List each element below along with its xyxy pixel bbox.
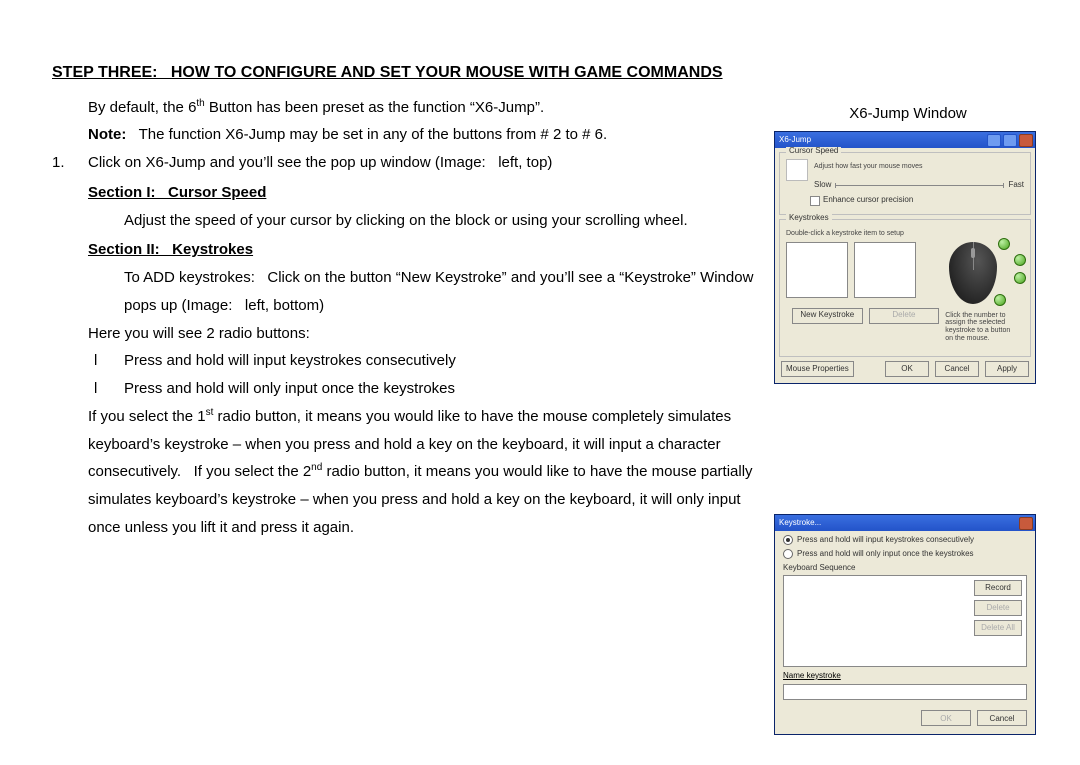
bullet-mark: l bbox=[88, 375, 124, 403]
note-body: The function X6-Jump may be set in any o… bbox=[139, 126, 608, 143]
precision-label: Enhance cursor precision bbox=[823, 196, 913, 205]
close-icon[interactable] bbox=[1019, 517, 1033, 530]
radio-2-label: Press and hold will only input once the … bbox=[797, 549, 974, 559]
explanation-paragraph: If you select the 1st radio button, it m… bbox=[88, 403, 764, 542]
cursor-speed-group: Adjust how fast your mouse moves Slow Fa… bbox=[779, 152, 1031, 214]
section-2-heading: Section II: Keystrokes bbox=[88, 236, 253, 264]
ordinal-sup: th bbox=[196, 98, 204, 109]
keystroke-list-2[interactable] bbox=[854, 242, 916, 298]
precision-checkbox[interactable] bbox=[810, 196, 820, 206]
keystrokes-group: Double-click a keystroke item to setup N… bbox=[779, 219, 1031, 357]
window-title: X6-Jump bbox=[779, 136, 811, 145]
mouse-button-marker[interactable] bbox=[1014, 272, 1026, 284]
mouse-properties-button[interactable]: Mouse Properties bbox=[781, 361, 854, 377]
maximize-icon[interactable] bbox=[1003, 134, 1017, 147]
speed-hint: Adjust how fast your mouse moves bbox=[814, 163, 1024, 171]
fast-label: Fast bbox=[1008, 181, 1024, 190]
minimize-icon[interactable] bbox=[987, 134, 1001, 147]
apply-button[interactable]: Apply bbox=[985, 361, 1029, 377]
window-title: Keystroke... bbox=[779, 518, 821, 528]
close-icon[interactable] bbox=[1019, 134, 1033, 147]
bullet-mark: l bbox=[88, 347, 124, 375]
section-2-body: To ADD keystrokes: Click on the button “… bbox=[88, 264, 764, 320]
sequence-label: Keyboard Sequence bbox=[783, 563, 1027, 573]
radio-intro: Here you will see 2 radio buttons: bbox=[88, 320, 310, 348]
mouse-assign-hint: Click the number to assign the selected … bbox=[945, 312, 1018, 343]
step-title: STEP THREE: HOW TO CONFIGURE AND SET YOU… bbox=[52, 58, 1042, 88]
mouse-icon bbox=[949, 242, 997, 304]
keystroke-window: Keystroke... Press and hold will input k… bbox=[774, 514, 1036, 735]
radio-1-label: Press and hold will input keystrokes con… bbox=[797, 535, 974, 545]
note-label: Note: bbox=[88, 126, 126, 143]
cancel-button[interactable]: Cancel bbox=[977, 710, 1027, 726]
text-column: By default, the 6th Button has been pres… bbox=[52, 94, 774, 542]
delete-keystroke-button[interactable]: Delete bbox=[869, 308, 940, 324]
ok-button[interactable]: OK bbox=[921, 710, 971, 726]
delete-button[interactable]: Delete bbox=[974, 600, 1022, 616]
step-1: 1. Click on X6-Jump and you’ll see the p… bbox=[52, 149, 764, 177]
slow-label: Slow bbox=[814, 181, 831, 190]
mouse-button-marker[interactable] bbox=[998, 238, 1010, 250]
mouse-button-marker[interactable] bbox=[1014, 254, 1026, 266]
radio-once[interactable] bbox=[783, 549, 793, 559]
note-line: Note: The function X6-Jump may be set in… bbox=[52, 121, 764, 149]
section-1-body: Adjust the speed of your cursor by click… bbox=[88, 207, 688, 235]
new-keystroke-button[interactable]: New Keystroke bbox=[792, 308, 863, 324]
image-column: X6-Jump Window X6-Jump Adjust how fast y… bbox=[774, 94, 1042, 736]
keystroke-list-1[interactable] bbox=[786, 242, 848, 298]
radio-consecutive[interactable] bbox=[783, 535, 793, 545]
default-line: By default, the 6th Button has been pres… bbox=[52, 94, 764, 122]
record-button[interactable]: Record bbox=[974, 580, 1022, 596]
text: Button has been preset as the function “… bbox=[205, 99, 544, 116]
mouse-diagram bbox=[922, 242, 1024, 304]
cursor-icon bbox=[786, 159, 808, 181]
ok-button[interactable]: OK bbox=[885, 361, 929, 377]
name-keystroke-input[interactable] bbox=[783, 684, 1027, 700]
image-caption: X6-Jump Window bbox=[774, 100, 1042, 128]
titlebar: Keystroke... bbox=[775, 515, 1035, 531]
mouse-button-marker[interactable] bbox=[994, 294, 1006, 306]
option-1: Press and hold will input keystrokes con… bbox=[124, 347, 456, 375]
speed-slider[interactable] bbox=[835, 185, 1004, 186]
text: By default, the 6 bbox=[88, 99, 196, 116]
keys-hint: Double-click a keystroke item to setup bbox=[786, 230, 1024, 238]
step-1-body: Click on X6-Jump and you’ll see the pop … bbox=[88, 149, 552, 177]
name-keystroke-label: Name keystroke bbox=[783, 671, 1027, 681]
section-1-heading: Section I: Cursor Speed bbox=[88, 179, 266, 207]
sequence-list[interactable] bbox=[784, 576, 970, 666]
list-number: 1. bbox=[52, 149, 88, 177]
delete-all-button[interactable]: Delete All bbox=[974, 620, 1022, 636]
cancel-button[interactable]: Cancel bbox=[935, 361, 979, 377]
option-2: Press and hold will only input once the … bbox=[124, 375, 455, 403]
x6-jump-window: X6-Jump Adjust how fast your mouse moves… bbox=[774, 131, 1036, 384]
